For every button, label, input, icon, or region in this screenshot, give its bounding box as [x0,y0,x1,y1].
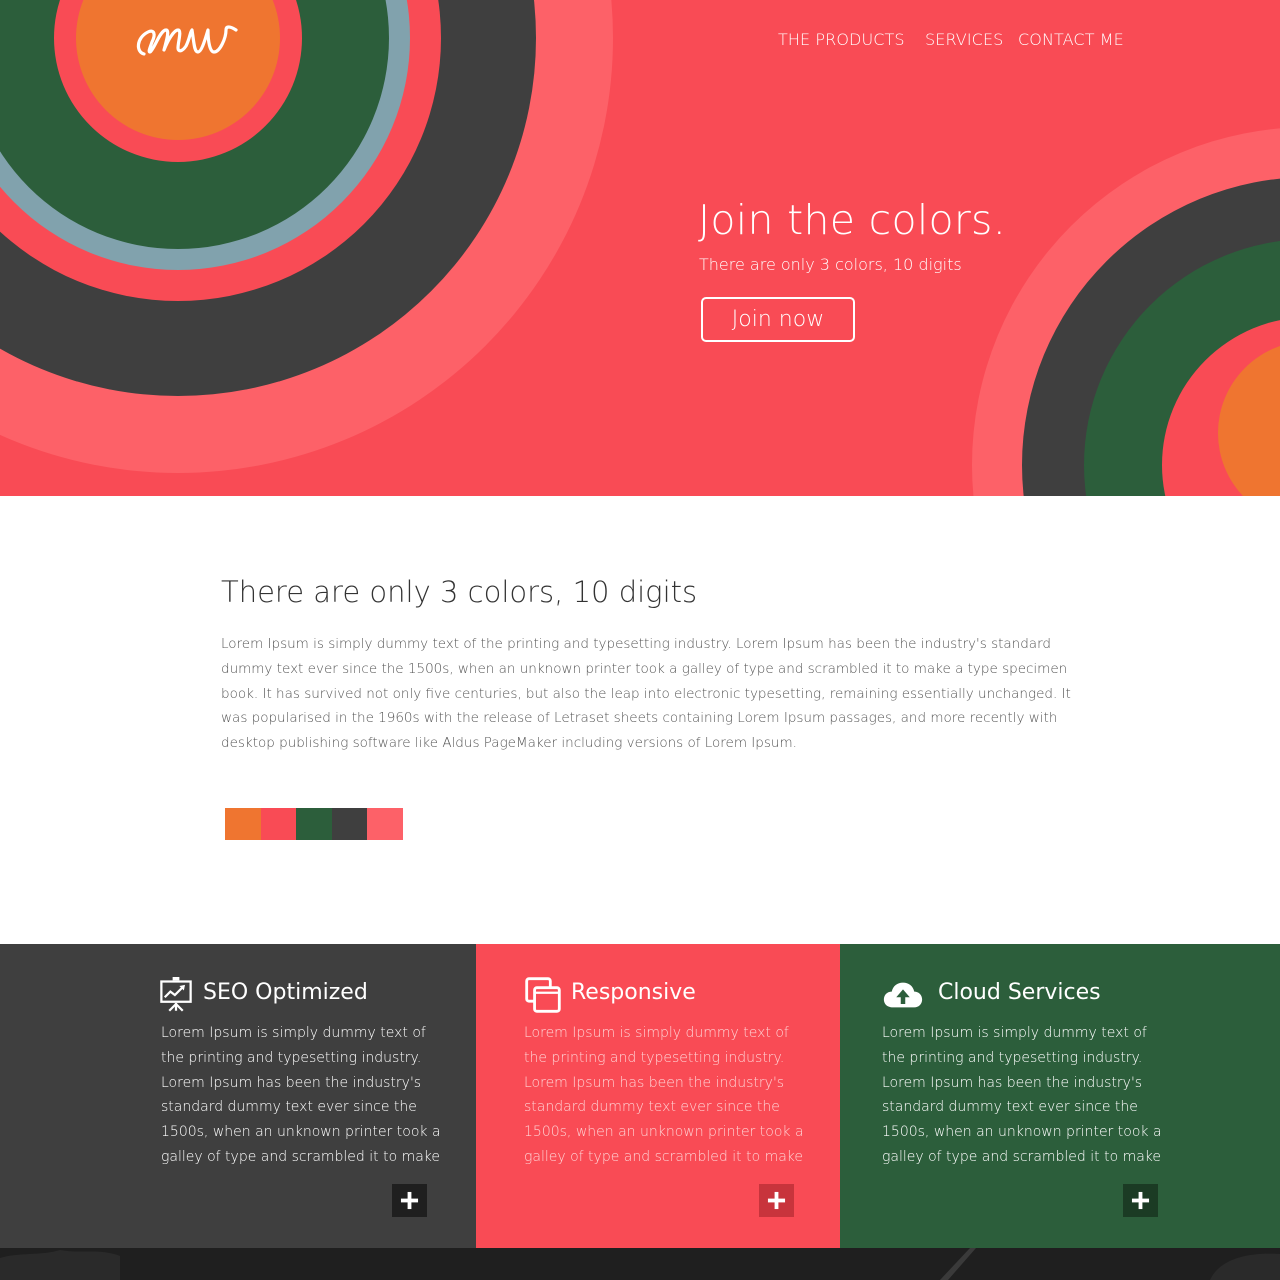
hero-subtitle: There are only 3 colors, 10 digits [699,255,962,274]
nav-link-contact[interactable]: CONTACT ME [1018,30,1124,49]
feature-cloud: Cloud Services Lorem Ipsum is simply dum… [840,944,1280,1248]
swatch-orange [225,808,261,840]
swatch-green [296,808,332,840]
concentric-circles-decoration [0,0,1280,496]
feature-title-seo: SEO Optimized [203,980,368,1005]
feature-title-cloud: Cloud Services [938,980,1101,1005]
feature-responsive: Responsive Lorem Ipsum is simply dummy t… [476,944,840,1248]
about-section: There are only 3 colors, 10 digits Lorem… [0,496,1280,944]
feature-text-responsive: Lorem Ipsum is simply dummy text of the … [524,1025,804,1165]
palm-silhouette-image [0,1248,1280,1280]
devices-icon [525,977,561,1013]
nav-link-products[interactable]: THE PRODUCTS [778,30,905,49]
feature-seo: SEO Optimized Lorem Ipsum is simply dumm… [0,944,476,1248]
feature-text-cloud: Lorem Ipsum is simply dummy text of the … [882,1025,1162,1165]
presentation-chart-icon [160,977,192,1012]
nav-link-services[interactable]: SERVICES [925,30,1003,49]
feature-text-seo: Lorem Ipsum is simply dummy text of the … [161,1025,441,1165]
footer-photo-strip [0,1248,1280,1280]
swatch-dark [331,808,368,840]
plus-icon [400,1191,419,1210]
swatch-red [260,808,297,840]
plus-icon [1131,1191,1150,1210]
features-section: SEO Optimized Lorem Ipsum is simply dumm… [0,944,1280,1248]
responsive-expand-button[interactable] [759,1184,794,1217]
hero-section: THE PRODUCTS SERVICES CONTACT ME Join th… [0,0,1280,496]
about-title: There are only 3 colors, 10 digits [221,575,698,609]
seo-expand-button[interactable] [392,1184,427,1217]
plus-icon [767,1191,786,1210]
about-text: Lorem Ipsum is simply dummy text of the … [221,636,1071,752]
join-now-button[interactable]: Join now [701,297,855,342]
main-nav: THE PRODUCTS SERVICES CONTACT ME [0,30,1280,54]
color-swatches [225,808,403,840]
feature-title-responsive: Responsive [571,980,696,1005]
cloud-upload-icon [883,982,923,1008]
hero-title: Join the colors. [698,196,1007,244]
swatch-salmon [367,808,403,840]
cloud-expand-button[interactable] [1123,1184,1158,1217]
